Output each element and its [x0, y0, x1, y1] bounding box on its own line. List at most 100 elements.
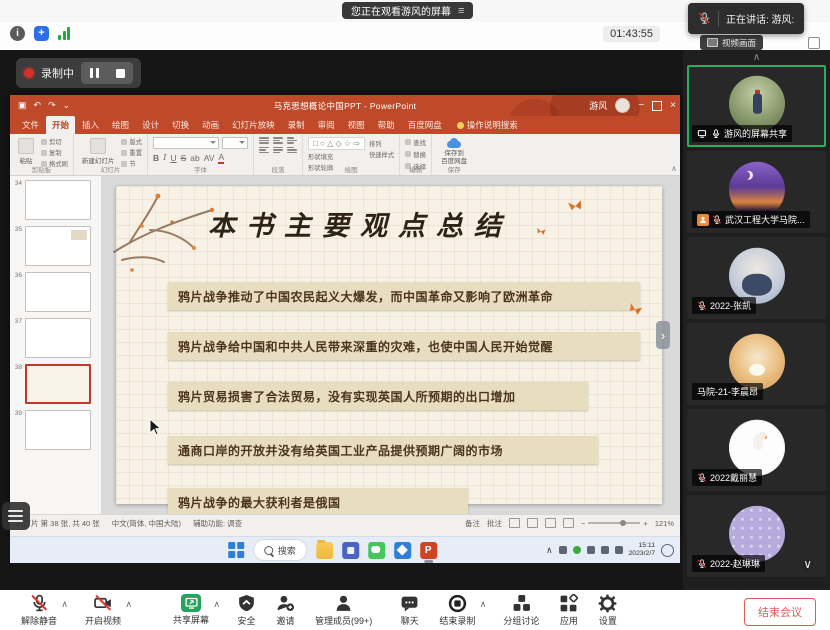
font-color-button[interactable]: A: [218, 152, 224, 164]
participant-tile[interactable]: 马院-21-李晨昂: [687, 323, 826, 405]
tab-home[interactable]: 开始: [46, 116, 75, 134]
end-meeting-button[interactable]: 结束会议: [744, 598, 816, 626]
save-icon[interactable]: ▣: [18, 100, 27, 111]
tray-network-icon[interactable]: [601, 546, 609, 554]
settings-button[interactable]: 设置: [598, 594, 617, 627]
pause-recording-button[interactable]: [81, 62, 107, 84]
powerpoint-app-icon[interactable]: P: [420, 542, 437, 559]
language-status[interactable]: 中文(简体, 中国大陆): [112, 518, 181, 529]
tray-chevron-icon[interactable]: ∧: [546, 545, 553, 556]
reading-view-icon[interactable]: [545, 518, 556, 528]
indent-button[interactable]: [287, 137, 297, 144]
apps-button[interactable]: 应用: [559, 594, 578, 627]
record-options-chevron[interactable]: ∧: [480, 599, 487, 610]
tab-help[interactable]: 帮助: [372, 116, 401, 134]
tab-draw[interactable]: 绘图: [106, 116, 135, 134]
redo-icon[interactable]: ↷: [48, 100, 56, 111]
tab-record[interactable]: 录制: [282, 116, 311, 134]
slideshow-icon[interactable]: [563, 518, 574, 528]
undo-icon[interactable]: ↶: [34, 100, 42, 111]
thumbnail-34[interactable]: 34: [12, 180, 99, 220]
tab-baidu-netdisk[interactable]: 百度网盘: [402, 116, 448, 134]
new-slide-button[interactable]: 新建幻灯片: [79, 137, 118, 166]
reset-button[interactable]: 重置: [121, 148, 142, 157]
participant-tile-sharer[interactable]: 游风的屏幕共享: [687, 65, 826, 147]
tray-app-icon[interactable]: [559, 546, 567, 554]
cut-button[interactable]: 剪切: [41, 137, 68, 146]
shapes-gallery[interactable]: □ ○ △ ◇ ☆ ⇨: [308, 137, 365, 150]
tab-review[interactable]: 审阅: [312, 116, 341, 134]
minimize-button[interactable]: −: [638, 100, 644, 111]
bold-button[interactable]: B: [153, 153, 159, 163]
tell-me-search[interactable]: 操作说明搜索: [457, 119, 518, 134]
tray-wechat-icon[interactable]: [573, 546, 581, 554]
stop-recording-button[interactable]: [107, 62, 133, 84]
align-right-button[interactable]: [287, 147, 297, 154]
save-to-netdisk-button[interactable]: 保存到 百度网盘: [437, 137, 471, 167]
thumbnail-37[interactable]: 37: [12, 318, 99, 358]
notes-button[interactable]: 备注: [465, 518, 480, 529]
layout-list-button[interactable]: [2, 502, 30, 530]
maximize-button[interactable]: [652, 101, 662, 111]
scroll-up-chevron[interactable]: ∧: [683, 50, 830, 65]
invite-button[interactable]: 邀请: [276, 594, 295, 627]
expand-panel-icon[interactable]: [808, 37, 820, 49]
participant-tile[interactable]: 2022-张凯: [687, 237, 826, 319]
menu-icon[interactable]: ≡: [458, 5, 464, 17]
video-options-chevron[interactable]: ∧: [125, 599, 132, 610]
zoom-level[interactable]: 121%: [655, 519, 674, 528]
collapse-ribbon-icon[interactable]: ∧: [671, 164, 677, 173]
thumbnail-36[interactable]: 36: [12, 272, 99, 312]
taskbar-search[interactable]: 搜索: [253, 539, 307, 561]
sidebar-collapse-chevron[interactable]: ›: [656, 321, 670, 349]
quick-access-more-icon[interactable]: ⌄: [63, 100, 71, 111]
tab-transitions[interactable]: 切换: [166, 116, 195, 134]
watching-banner[interactable]: 您正在观看游风的屏幕 ≡: [342, 2, 473, 19]
photos-app-icon[interactable]: [394, 542, 411, 559]
share-options-chevron[interactable]: ∧: [213, 599, 220, 610]
tray-volume-icon[interactable]: [615, 546, 623, 554]
breakout-rooms-button[interactable]: 分组讨论: [503, 594, 539, 627]
start-video-button[interactable]: 开启视频 ∧: [85, 594, 121, 627]
security-shield-icon[interactable]: +: [34, 26, 49, 41]
wechat-app-icon[interactable]: [368, 542, 385, 559]
align-center-button[interactable]: [273, 147, 283, 154]
slide-thumbnail-panel[interactable]: 34 35 36 37: [10, 176, 102, 514]
thumbnail-39[interactable]: 39: [12, 410, 99, 450]
tab-insert[interactable]: 插入: [76, 116, 105, 134]
char-spacing-button[interactable]: AV: [204, 153, 215, 163]
tab-design[interactable]: 设计: [136, 116, 165, 134]
end-recording-button[interactable]: 结束录制 ∧: [439, 594, 475, 627]
close-button[interactable]: ×: [670, 100, 676, 111]
tab-view[interactable]: 视图: [342, 116, 371, 134]
taskbar-clock[interactable]: 15:112023/2/7: [629, 542, 655, 559]
normal-view-icon[interactable]: [509, 518, 520, 528]
meeting-info-icon[interactable]: i: [10, 26, 25, 41]
shape-fill-button[interactable]: 形状填充: [308, 152, 365, 161]
tab-animations[interactable]: 动画: [196, 116, 225, 134]
quick-styles-button[interactable]: 快速样式: [369, 150, 394, 159]
touch-keyboard-icon[interactable]: [661, 544, 674, 557]
file-explorer-icon[interactable]: [316, 542, 333, 559]
comments-button[interactable]: 批注: [487, 518, 502, 529]
text-shadow-button[interactable]: ab: [190, 153, 199, 163]
scroll-down-chevron[interactable]: ∨: [803, 557, 812, 571]
arrange-button[interactable]: 排列: [369, 139, 394, 148]
account-avatar[interactable]: [615, 98, 630, 113]
thumbnail-35[interactable]: 35: [12, 226, 99, 266]
numbering-button[interactable]: [273, 137, 283, 144]
tray-mic-icon[interactable]: [587, 546, 595, 554]
underline-button[interactable]: U: [170, 153, 176, 163]
view-mode-button[interactable]: 视频画面: [700, 35, 763, 50]
mic-options-chevron[interactable]: ∧: [61, 599, 68, 610]
manage-members-button[interactable]: 管理成员(99+): [315, 594, 372, 627]
layout-button[interactable]: 版式: [121, 137, 142, 146]
unmute-button[interactable]: 解除静音 ∧: [21, 594, 57, 627]
share-screen-button[interactable]: 共享屏幕 ∧: [173, 594, 209, 626]
strikethrough-button[interactable]: S: [181, 153, 187, 163]
font-name-select[interactable]: [153, 137, 219, 149]
bullets-button[interactable]: [259, 137, 269, 144]
participant-tile[interactable]: 2022-赵琳琳 ∨: [687, 495, 826, 577]
paste-button[interactable]: 粘贴: [15, 137, 37, 166]
teams-app-icon[interactable]: [342, 542, 359, 559]
